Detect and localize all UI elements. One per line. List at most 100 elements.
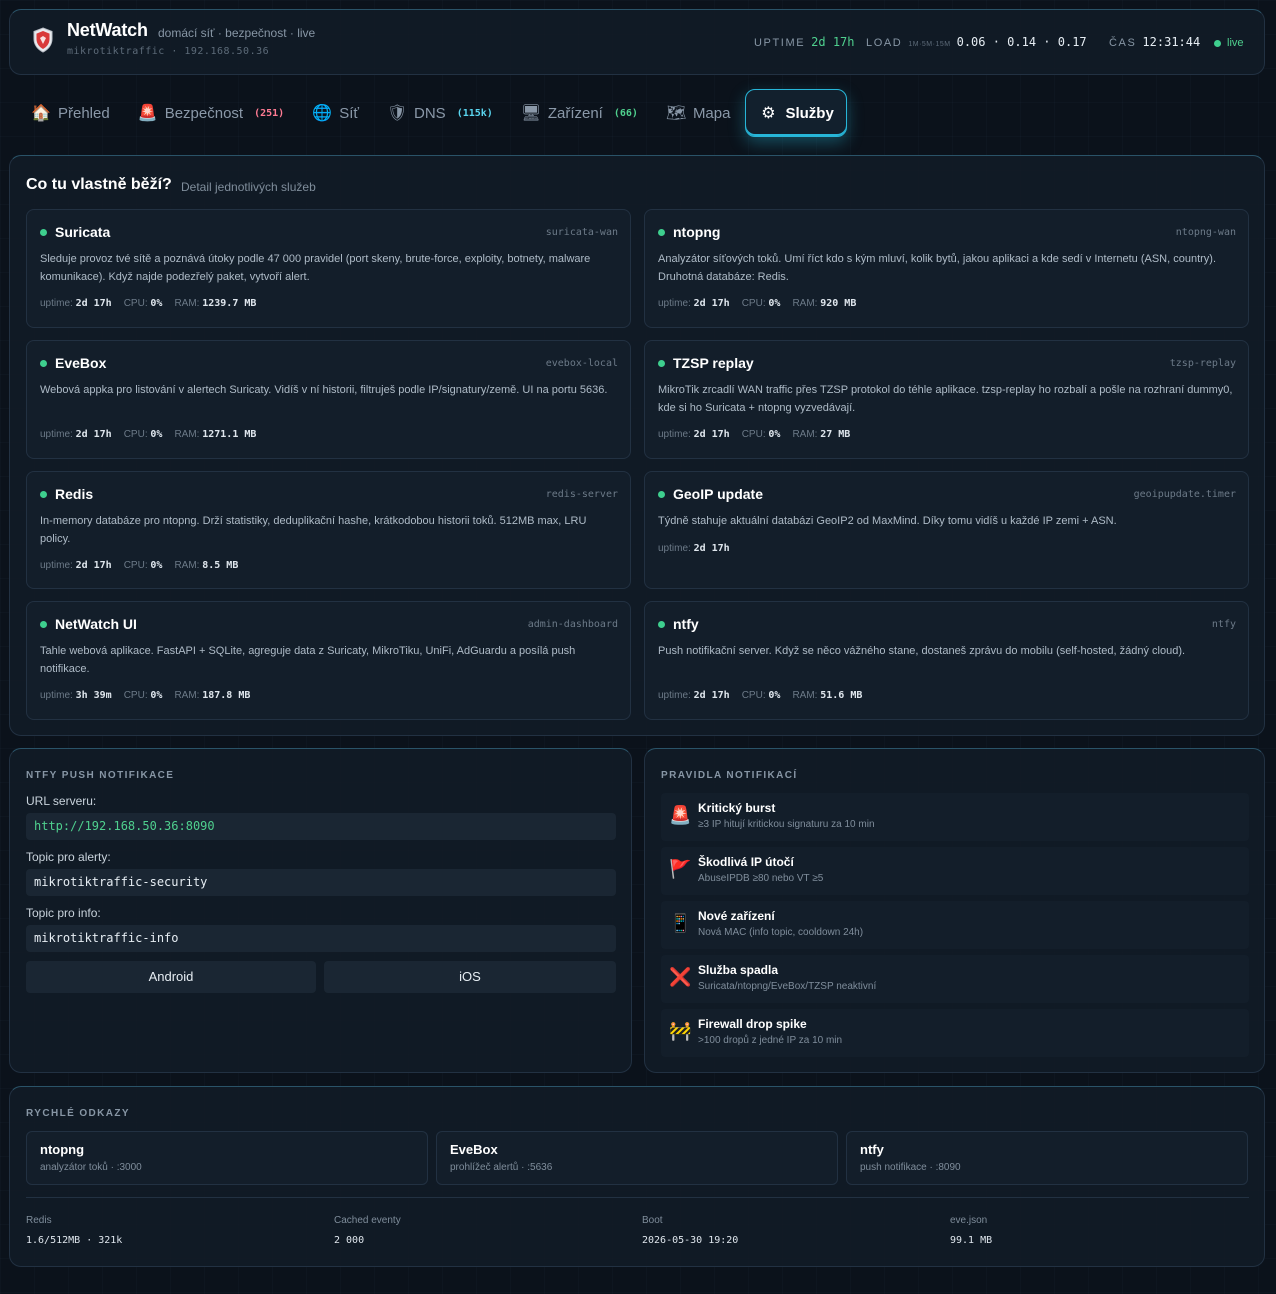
- stat-value: 0%: [150, 690, 163, 701]
- status-dot-icon: [658, 228, 665, 236]
- tab-dns[interactable]: 🛡 DNS (115k): [374, 89, 506, 137]
- stat-value: 0%: [768, 298, 781, 309]
- shield-logo-icon: [33, 27, 53, 53]
- stat-value: 920 MB: [820, 298, 857, 309]
- siren-icon: 🚨: [669, 805, 692, 825]
- notification-rule: 🚩 Škodlivá IP útočí AbuseIPDB ≥80 nebo VT …: [661, 847, 1249, 895]
- service-stats: uptime: 2d 17h CPU: 0% RAM: 1239.7 MB: [40, 298, 256, 309]
- info-topic-label: Topic pro info:: [26, 906, 101, 920]
- service-unit: evebox-local: [545, 358, 618, 369]
- service-name-text: ntfy: [673, 616, 699, 632]
- load-sublabel: 1M·5M·15M: [908, 41, 951, 48]
- stat-label: CPU:: [741, 690, 766, 701]
- tab-prehled[interactable]: 🏠 Přehled: [18, 89, 123, 137]
- uptime-stat: UPTIME 2d 17h: [754, 35, 855, 49]
- footer-stat: Redis 1.6/512MB · 321k: [26, 1215, 122, 1246]
- status-dot-icon: [40, 620, 47, 628]
- stat-value: 51.6 MB: [820, 690, 863, 701]
- time-stat: ČAS 12:31:44: [1109, 35, 1200, 49]
- service-name: Suricata: [40, 224, 110, 240]
- notification-rules-panel: PRAVIDLA NOTIFIKACÍ 🚨 Kritický burst ≥3 IP…: [644, 748, 1265, 1073]
- stat-label: RAM:: [174, 429, 200, 440]
- service-cpu-stat: CPU: 0%: [742, 298, 781, 309]
- ios-button[interactable]: iOS: [324, 961, 616, 993]
- rule-title: Firewall drop spike: [698, 1017, 807, 1031]
- tab-mapa[interactable]: 🗺 Mapa: [653, 89, 744, 137]
- footer-stat-value: 2 000: [334, 1235, 365, 1246]
- stat-value: 1271.1 MB: [202, 429, 257, 440]
- construction-icon: 🚧: [669, 1021, 692, 1041]
- service-uptime-stat: uptime: 2d 17h: [658, 690, 730, 701]
- tab-bezpecnost[interactable]: 🚨 Bezpečnost (251): [125, 89, 298, 137]
- service-uptime-stat: uptime: 2d 17h: [40, 560, 112, 571]
- tab-sluzby[interactable]: ⚙ Služby: [745, 89, 847, 137]
- android-button[interactable]: Android: [26, 961, 316, 993]
- link-title: ntopng: [40, 1142, 85, 1157]
- stat-label: RAM:: [792, 298, 818, 309]
- status-dot-icon: [40, 490, 47, 498]
- monitor-icon: 🖥: [520, 105, 542, 122]
- stat-value: 0%: [768, 429, 781, 440]
- live-indicator: live: [1214, 37, 1244, 49]
- service-unit: tzsp-replay: [1169, 358, 1236, 369]
- stat-label: RAM:: [174, 690, 200, 701]
- stat-label: CPU:: [741, 298, 766, 309]
- quick-link-ntfy[interactable]: ntfy push notifikace · :8090: [846, 1131, 1248, 1185]
- footer-stat-label: Redis: [26, 1215, 52, 1226]
- stat-label: uptime:: [40, 560, 73, 571]
- service-name: ntopng: [658, 224, 720, 240]
- tab-sit[interactable]: 🌐 Síť: [299, 89, 372, 137]
- tab-label: Síť: [339, 104, 360, 122]
- stat-value: 27 MB: [820, 429, 851, 440]
- divider: [26, 1197, 1249, 1198]
- rule-description: >100 dropů z jedné IP za 10 min: [698, 1035, 843, 1046]
- tab-zarizeni[interactable]: 🖥 Zařízení (66): [508, 89, 651, 137]
- alert-topic-field[interactable]: mikrotiktraffic-security: [26, 869, 616, 896]
- service-description: Tahle webová aplikace. FastAPI + SQLite,…: [40, 645, 576, 675]
- stat-label: RAM:: [174, 298, 200, 309]
- service-name-text: TZSP replay: [673, 355, 754, 371]
- service-stats: uptime: 2d 17h: [658, 543, 730, 554]
- tab-label: Přehled: [58, 104, 110, 122]
- service-cpu-stat: CPU: 0%: [124, 298, 163, 309]
- quick-link-ntopng[interactable]: ntopng analyzátor toků · :3000: [26, 1131, 428, 1185]
- service-card: GeoIP update geoipupdate.timer Týdně stahu…: [644, 471, 1249, 589]
- rule-title: Nové zařízení: [698, 909, 775, 923]
- server-url-field[interactable]: http://192.168.50.36:8090: [26, 813, 616, 840]
- rule-title: Služba spadla: [698, 963, 779, 977]
- service-description: Webová appka pro listování v alertech Su…: [40, 384, 608, 396]
- footer-stat-label: Cached eventy: [334, 1215, 401, 1226]
- host-label: mikrotiktraffic · 192.168.50.36: [67, 46, 270, 57]
- service-cpu-stat: CPU: 0%: [124, 429, 163, 440]
- services-title: Co tu vlastně běží?: [26, 176, 172, 193]
- service-stats: uptime: 2d 17h CPU: 0% RAM: 51.6 MB: [658, 690, 862, 701]
- service-name: Redis: [40, 486, 93, 502]
- stat-value: 0%: [150, 560, 163, 571]
- rule-title: Škodlivá IP útočí: [698, 855, 794, 869]
- globe-icon: 🌐: [312, 105, 333, 122]
- service-unit: ntfy: [1211, 619, 1236, 630]
- service-uptime-stat: uptime: 2d 17h: [40, 298, 112, 309]
- phone-icon: 📱: [669, 913, 692, 933]
- ntfy-section-title: NTFY PUSH NOTIFIKACE: [26, 770, 175, 781]
- service-description: Týdně stahuje aktuální databázi GeoIP2 o…: [658, 515, 1117, 527]
- service-description: Sleduje provoz tvé sítě a poznává útoky …: [40, 253, 591, 283]
- quick-link-evebox[interactable]: EveBox prohlížeč alertů · :5636: [436, 1131, 838, 1185]
- links-section-title: RYCHLÉ ODKAZY: [26, 1108, 130, 1119]
- service-card: Redis redis-server In-memory databáze pro …: [26, 471, 631, 589]
- info-topic-field[interactable]: mikrotiktraffic-info: [26, 925, 616, 952]
- service-stats: uptime: 3h 39m CPU: 0% RAM: 187.8 MB: [40, 690, 250, 701]
- service-uptime-stat: uptime: 2d 17h: [658, 429, 730, 440]
- service-uptime-stat: uptime: 2d 17h: [40, 429, 112, 440]
- service-uptime-stat: uptime: 2d 17h: [658, 298, 730, 309]
- live-dot-icon: [1214, 39, 1221, 47]
- service-name-text: Redis: [55, 486, 94, 502]
- cross-icon: ❌: [669, 967, 692, 987]
- rules-section-title: PRAVIDLA NOTIFIKACÍ: [661, 770, 798, 781]
- status-dot-icon: [40, 359, 47, 367]
- stat-value: 8.5 MB: [202, 560, 239, 571]
- link-description: push notifikace · :8090: [860, 1162, 961, 1173]
- tab-label: Mapa: [692, 104, 731, 122]
- footer-stat-label: eve.json: [950, 1215, 988, 1226]
- stat-value: 2d 17h: [75, 298, 112, 309]
